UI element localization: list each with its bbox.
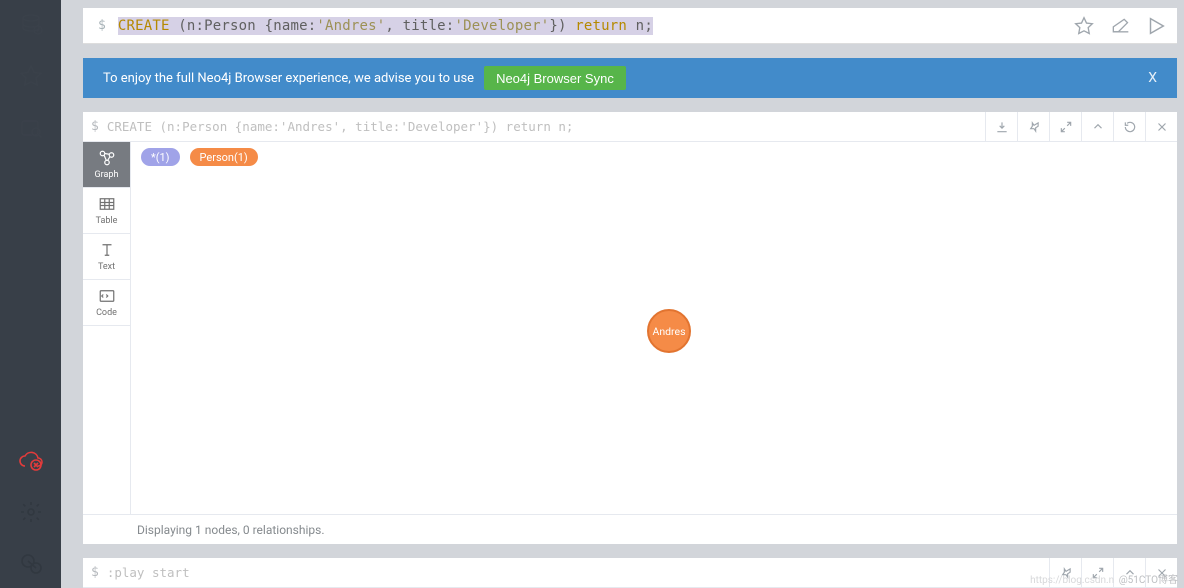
tag-all[interactable]: *(1)	[141, 148, 180, 166]
editor-actions	[1073, 15, 1167, 37]
info-banner: To enjoy the full Neo4j Browser experien…	[83, 58, 1177, 98]
canvas-wrap: *(1) Person(1) Andres	[131, 142, 1177, 514]
cloud-error-icon[interactable]	[17, 446, 45, 474]
graph-canvas[interactable]: Andres	[131, 166, 1177, 514]
result-body: Graph Table Text Code *(1) Pers	[83, 142, 1177, 514]
result-frame: $ CREATE (n:Person {name:'Andres', title…	[83, 112, 1177, 544]
result-prompt: $	[91, 119, 99, 134]
pin-icon[interactable]	[1049, 558, 1081, 587]
play-frame: $ :play start	[83, 558, 1177, 588]
play-command: :play start	[107, 565, 1049, 580]
play-prompt: $	[91, 565, 99, 580]
tab-code-label: Code	[96, 308, 117, 318]
editor-input[interactable]: CREATE (n:Person {name:'Andres', title:'…	[118, 18, 1063, 34]
result-header: $ CREATE (n:Person {name:'Andres', title…	[83, 112, 1177, 142]
tab-graph[interactable]: Graph	[83, 142, 130, 188]
play-icon[interactable]	[1145, 15, 1167, 37]
canvas-tags: *(1) Person(1)	[131, 142, 1177, 166]
expand-icon[interactable]	[1049, 112, 1081, 141]
graph-node[interactable]: Andres	[647, 309, 691, 353]
star-icon[interactable]	[17, 62, 45, 90]
play-header: $ :play start	[83, 558, 1177, 588]
about-icon[interactable]	[17, 550, 45, 578]
play-actions	[1049, 558, 1177, 587]
result-actions	[985, 112, 1177, 141]
main-area: $ CREATE (n:Person {name:'Andres', title…	[61, 0, 1184, 588]
banner-close-icon[interactable]: X	[1148, 70, 1157, 86]
tab-graph-label: Graph	[95, 170, 119, 180]
collapse-up-icon[interactable]	[1113, 558, 1145, 587]
banner-text: To enjoy the full Neo4j Browser experien…	[103, 71, 474, 86]
editor-bar: $ CREATE (n:Person {name:'Andres', title…	[83, 8, 1177, 44]
tab-text[interactable]: Text	[83, 234, 130, 280]
settings-icon[interactable]	[17, 498, 45, 526]
tag-person[interactable]: Person(1)	[190, 148, 258, 166]
editor-prompt: $	[98, 18, 106, 33]
tab-table-label: Table	[96, 216, 118, 226]
close-icon[interactable]	[1145, 558, 1177, 587]
pin-icon[interactable]	[1017, 112, 1049, 141]
tab-text-label: Text	[98, 262, 115, 272]
result-query: CREATE (n:Person {name:'Andres', title:'…	[107, 119, 985, 134]
tab-code[interactable]: Code	[83, 280, 130, 326]
close-icon[interactable]	[1145, 112, 1177, 141]
sidebar-top	[0, 10, 61, 142]
folder-search-icon[interactable]	[17, 114, 45, 142]
database-icon[interactable]	[17, 10, 45, 38]
collapse-up-icon[interactable]	[1081, 112, 1113, 141]
rerun-icon[interactable]	[1113, 112, 1145, 141]
result-footer: Displaying 1 nodes, 0 relationships.	[83, 514, 1177, 544]
tab-table[interactable]: Table	[83, 188, 130, 234]
view-tabs: Graph Table Text Code	[83, 142, 131, 514]
expand-icon[interactable]	[1081, 558, 1113, 587]
eraser-icon[interactable]	[1109, 15, 1131, 37]
sidebar-bottom	[0, 446, 61, 578]
download-icon[interactable]	[985, 112, 1017, 141]
favorite-icon[interactable]	[1073, 15, 1095, 37]
left-sidebar	[0, 0, 61, 588]
sync-button[interactable]: Neo4j Browser Sync	[484, 66, 626, 90]
